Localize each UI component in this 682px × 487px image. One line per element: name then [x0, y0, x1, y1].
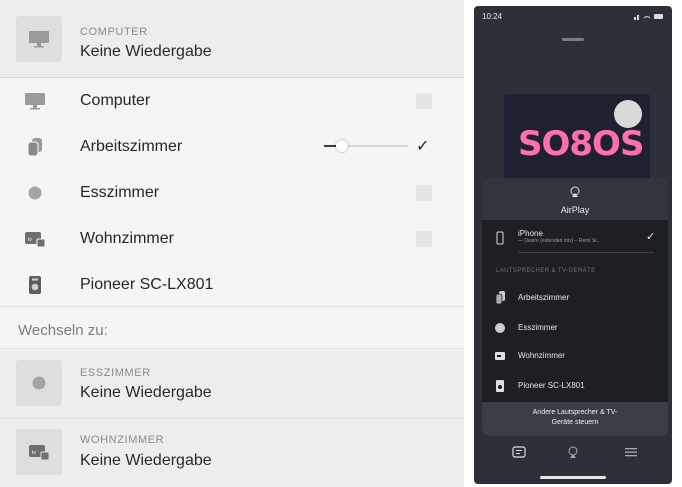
- device-checkbox[interactable]: [416, 231, 432, 247]
- switch-target-device-type: WOHNZIMMER: [80, 434, 165, 446]
- device-row-esszimmer[interactable]: Esszimmer: [0, 170, 464, 216]
- airplay-icon[interactable]: [566, 446, 580, 458]
- airplay-icon: [570, 186, 580, 197]
- volume-slider[interactable]: [324, 140, 408, 152]
- monitor-icon: [16, 16, 62, 62]
- homepod-icon: [16, 360, 62, 406]
- receiver-icon: [24, 275, 46, 295]
- lyrics-icon[interactable]: [512, 446, 526, 458]
- control-button-line-2: Geräte steuern: [551, 419, 599, 426]
- device-label: Arbeitszimmer: [80, 138, 183, 155]
- phone-device-label: iPhone: [518, 229, 543, 238]
- album-title: SO8OS: [518, 124, 644, 164]
- queue-list-icon[interactable]: [624, 446, 638, 458]
- phone-speaker-arbeitszimmer[interactable]: Arbeitszimmer: [482, 284, 668, 312]
- device-label: Pioneer SC-LX801: [80, 276, 214, 293]
- device-row-computer[interactable]: Computer: [0, 78, 464, 124]
- phone-speaker-label: Arbeitszimmer: [518, 293, 570, 302]
- speaker-group-icon: [495, 291, 505, 305]
- switch-target-status: Keine Wiedergabe: [80, 452, 212, 469]
- switch-target-status: Keine Wiedergabe: [80, 384, 212, 401]
- switch-target-wohnzimmer[interactable]: tv WOHNZIMMER Keine Wiedergabe: [0, 419, 464, 487]
- phone-speaker-label: Wohnzimmer: [518, 351, 565, 360]
- selected-checkmark-icon[interactable]: ✓: [416, 136, 429, 155]
- control-other-speakers-button[interactable]: Andere Lautsprecher & TV- Geräte steuern: [482, 402, 668, 436]
- airplay-sheet: AirPlay iPhone — Desire (extended mix) –…: [482, 178, 668, 436]
- selected-checkmark-icon: ✓: [646, 230, 656, 243]
- device-label: Computer: [80, 92, 151, 109]
- airplay-title: AirPlay: [560, 205, 590, 215]
- phone-speaker-esszimmer[interactable]: Esszimmer: [482, 314, 668, 342]
- airplay-header: AirPlay: [482, 178, 668, 220]
- divider: [0, 348, 464, 349]
- apple-tv-icon: [495, 352, 505, 360]
- homepod-icon: [24, 183, 46, 203]
- switch-to-label: Wechseln zu:: [18, 322, 108, 339]
- now-playing-card[interactable]: COMPUTER Keine Wiedergabe: [0, 0, 464, 78]
- device-row-arbeitszimmer[interactable]: Arbeitszimmer ✓: [0, 124, 464, 170]
- divider: [0, 306, 464, 307]
- status-icons: [634, 12, 664, 22]
- apple-tv-icon: tv: [24, 229, 46, 249]
- phone-section-label: LAUTSPRECHER & TV-GERÄTE: [496, 268, 596, 274]
- phone-speaker-label: Pioneer SC-LX801: [518, 381, 585, 390]
- volume-knob[interactable]: [336, 140, 348, 152]
- phone-speaker-label: Esszimmer: [518, 323, 558, 332]
- now-playing-status: Keine Wiedergabe: [80, 43, 212, 60]
- iphone-screenshot: 10:24 SO8OS AirPlay iPhone — Desire (ext…: [474, 6, 672, 484]
- device-label: Esszimmer: [80, 184, 160, 201]
- device-row-pioneer[interactable]: Pioneer SC-LX801: [0, 262, 464, 308]
- album-artwork: SO8OS: [504, 94, 650, 184]
- sheet-grabber[interactable]: [562, 38, 584, 41]
- device-label: Wohnzimmer: [80, 230, 174, 247]
- control-button-line-1: Andere Lautsprecher & TV-: [532, 409, 618, 416]
- now-playing-device-type: COMPUTER: [80, 26, 148, 38]
- svg-text:tv: tv: [28, 237, 32, 243]
- svg-text:tv: tv: [32, 450, 36, 456]
- home-indicator: [540, 476, 606, 479]
- homepod-icon: [495, 323, 505, 333]
- status-time: 10:24: [482, 12, 503, 21]
- device-picker-panel: COMPUTER Keine Wiedergabe Computer Arbei…: [0, 0, 464, 487]
- device-row-wohnzimmer[interactable]: tv Wohnzimmer: [0, 216, 464, 262]
- speaker-group-icon: [24, 137, 46, 157]
- device-checkbox[interactable]: [416, 185, 432, 201]
- phone-speaker-wohnzimmer[interactable]: Wohnzimmer: [482, 342, 668, 370]
- iphone-icon: [496, 231, 504, 245]
- device-checkbox[interactable]: [416, 93, 432, 109]
- receiver-icon: [496, 380, 504, 392]
- phone-speaker-pioneer[interactable]: Pioneer SC-LX801: [482, 372, 668, 400]
- switch-target-esszimmer[interactable]: ESSZIMMER Keine Wiedergabe: [0, 350, 464, 418]
- apple-tv-icon: tv: [16, 429, 62, 475]
- switch-target-device-type: ESSZIMMER: [80, 367, 151, 379]
- phone-device-iphone[interactable]: iPhone — Desire (extended mix) – Remi Sr…: [482, 224, 668, 252]
- monitor-icon: [24, 91, 46, 111]
- divider: [518, 252, 654, 253]
- phone-device-subtitle: — Desire (extended mix) – Remi Sr...: [518, 238, 601, 244]
